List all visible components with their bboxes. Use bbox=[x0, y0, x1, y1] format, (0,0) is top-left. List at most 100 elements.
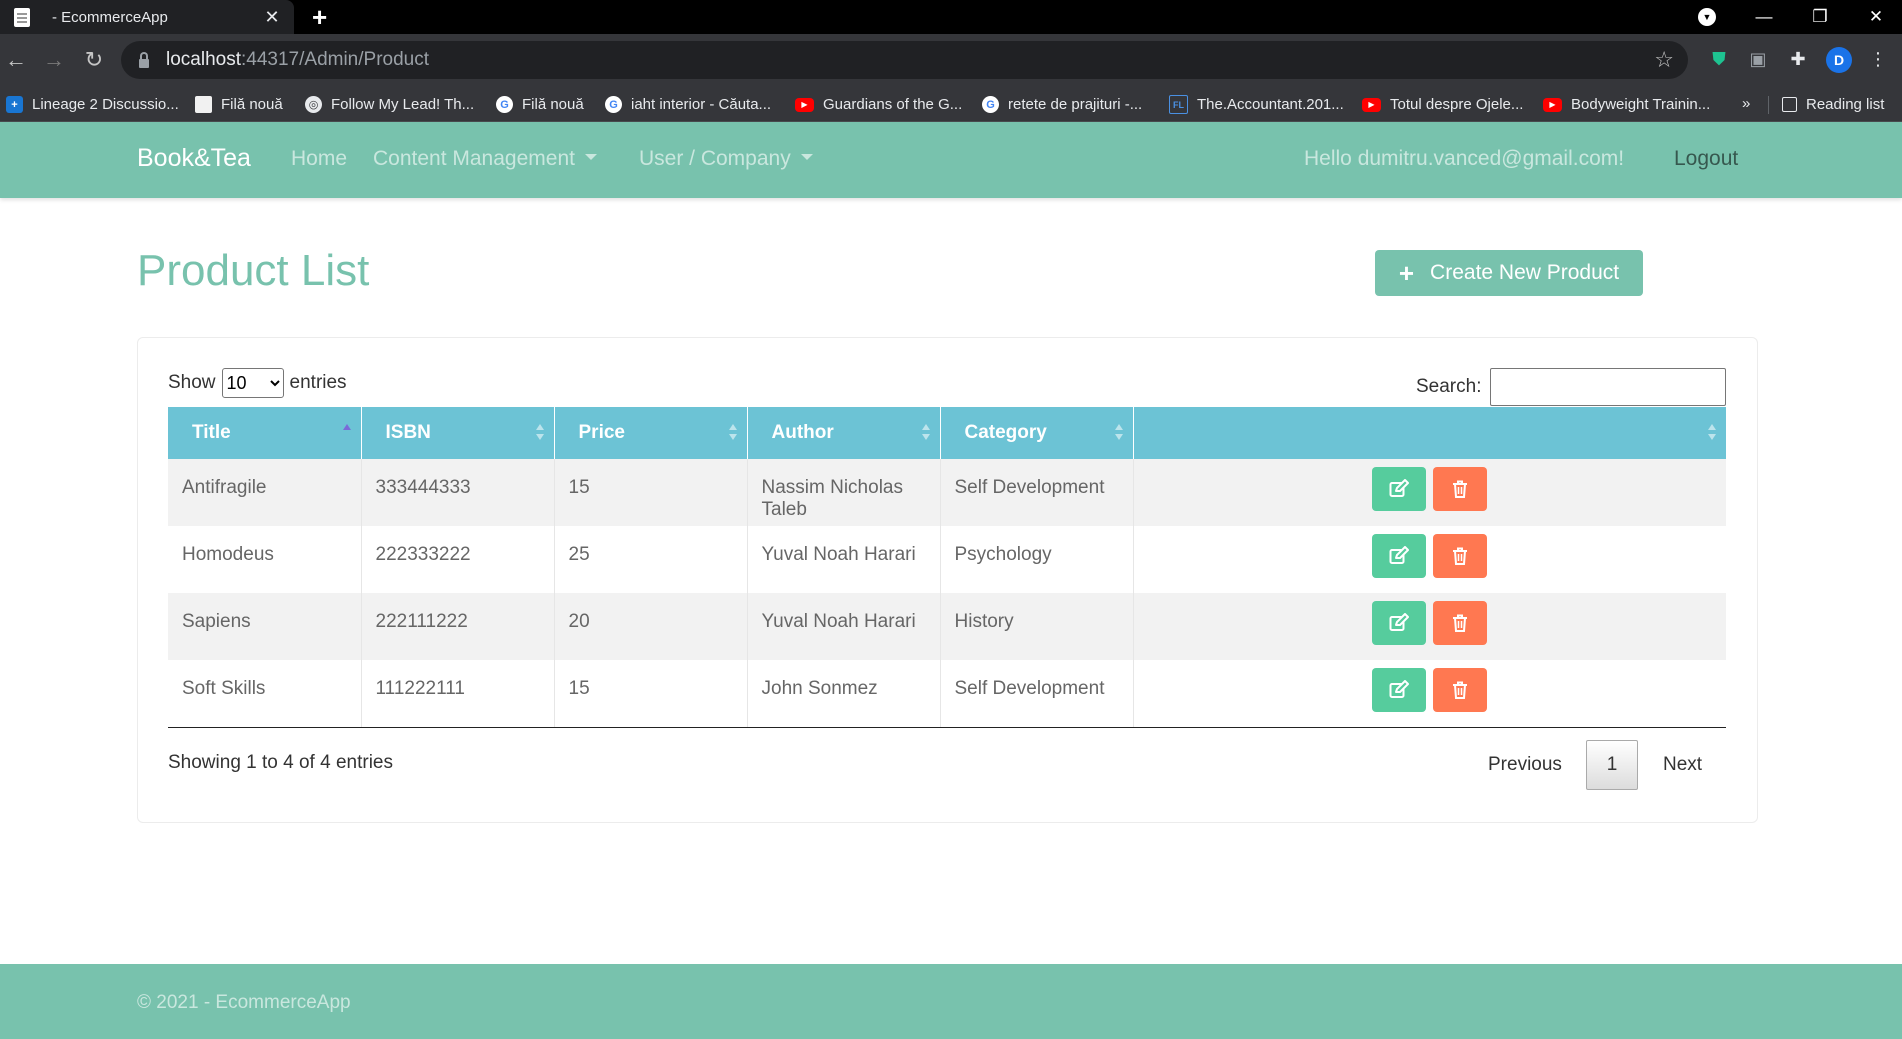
cell-actions bbox=[1133, 593, 1726, 660]
caret-down-icon bbox=[800, 154, 813, 161]
search-control: Search: bbox=[1416, 368, 1727, 406]
bookmark-item[interactable]: G Filă nouă bbox=[496, 88, 584, 121]
cell-category: Psychology bbox=[940, 526, 1134, 593]
edit-icon bbox=[1389, 613, 1410, 631]
logout-button[interactable]: Logout bbox=[1674, 147, 1738, 171]
brand-link[interactable]: Book&Tea bbox=[137, 144, 251, 173]
column-header-title[interactable]: Title bbox=[168, 407, 362, 459]
pagination-previous[interactable]: Previous bbox=[1488, 740, 1562, 790]
extension-icon[interactable]: ▣ bbox=[1746, 47, 1770, 71]
fl-icon: FL bbox=[1169, 95, 1188, 114]
youtube-icon: ▶ bbox=[795, 97, 814, 112]
delete-button[interactable] bbox=[1433, 601, 1488, 645]
nav-content-management-dropdown[interactable]: Content Management bbox=[373, 147, 597, 171]
bookmark-item[interactable]: ◎ Follow My Lead! Th... bbox=[305, 88, 474, 121]
plus-shield-icon: + bbox=[6, 96, 23, 113]
close-window-icon[interactable]: ✕ bbox=[1856, 0, 1896, 34]
bookmark-item[interactable]: + Lineage 2 Discussio... bbox=[6, 88, 179, 121]
forward-icon[interactable]: → bbox=[39, 44, 69, 76]
browser-toolbar: ← → ↻ localhost:44317/Admin/Product ☆ ⛊ … bbox=[0, 34, 1902, 88]
sort-icon bbox=[728, 424, 737, 442]
cell-actions bbox=[1133, 459, 1726, 526]
site-navbar: Book&Tea Home Content Management User / … bbox=[0, 122, 1902, 198]
cell-title: Antifragile bbox=[168, 459, 362, 526]
column-header-category[interactable]: Category bbox=[940, 407, 1134, 459]
minimize-icon[interactable]: — bbox=[1744, 0, 1784, 34]
nav-home[interactable]: Home bbox=[291, 147, 347, 171]
cell-isbn: 333444333 bbox=[361, 459, 555, 526]
url-text: localhost:44317/Admin/Product bbox=[166, 49, 430, 70]
nav-hello-user[interactable]: Hello dumitru.vanced@gmail.com! bbox=[1304, 147, 1624, 171]
entries-label: entries bbox=[289, 372, 347, 393]
bookmark-item[interactable]: Gretete de prajituri -... bbox=[982, 88, 1142, 121]
shield-extension-icon[interactable]: ⛊ bbox=[1707, 47, 1731, 71]
cell-actions bbox=[1133, 660, 1726, 728]
cell-price: 15 bbox=[554, 660, 748, 728]
bookmark-item[interactable]: ▶ Bodyweight Trainin... bbox=[1543, 88, 1710, 121]
cell-price: 15 bbox=[554, 459, 748, 526]
edit-button[interactable] bbox=[1372, 668, 1427, 712]
puzzle-icon[interactable]: ✚ bbox=[1786, 47, 1810, 71]
bookmark-item[interactable]: ▶ Totul despre Ojele... bbox=[1362, 88, 1523, 121]
page-title: Product List bbox=[137, 246, 370, 295]
trash-icon bbox=[1453, 681, 1468, 699]
back-icon[interactable]: ← bbox=[1, 44, 31, 76]
bookmark-star-icon[interactable]: ☆ bbox=[1654, 47, 1674, 73]
page-icon bbox=[195, 96, 212, 113]
bookmarks-divider bbox=[1768, 96, 1769, 114]
tab-search-icon[interactable]: ▼ bbox=[1698, 8, 1716, 26]
youtube-icon: ▶ bbox=[1543, 97, 1562, 112]
cell-actions bbox=[1133, 526, 1726, 593]
column-header-isbn[interactable]: ISBN bbox=[361, 407, 555, 459]
menu-dots-icon[interactable]: ⋮ bbox=[1866, 47, 1890, 71]
delete-button[interactable] bbox=[1433, 534, 1488, 578]
cell-author: Yuval Noah Harari bbox=[747, 526, 941, 593]
trash-icon bbox=[1453, 547, 1468, 565]
trash-icon bbox=[1453, 614, 1468, 632]
bookmark-item[interactable]: Filă nouă bbox=[195, 88, 283, 121]
column-header-actions[interactable] bbox=[1133, 407, 1726, 459]
bookmarks-overflow-button[interactable]: » bbox=[1742, 95, 1750, 112]
table-header-row: Title ISBN Price Author Category bbox=[168, 407, 1726, 459]
column-header-author[interactable]: Author bbox=[747, 407, 941, 459]
reading-list-button[interactable]: Reading list bbox=[1782, 88, 1884, 121]
sort-icon bbox=[1708, 424, 1716, 442]
edit-button[interactable] bbox=[1372, 601, 1427, 645]
edit-icon bbox=[1389, 546, 1410, 564]
pagination-next[interactable]: Next bbox=[1663, 740, 1702, 790]
restore-icon[interactable]: ❐ bbox=[1800, 0, 1840, 34]
nav-user-company-dropdown[interactable]: User / Company bbox=[639, 147, 813, 171]
edit-button[interactable] bbox=[1372, 467, 1427, 511]
caret-down-icon bbox=[584, 154, 597, 161]
close-tab-icon[interactable]: ✕ bbox=[262, 7, 282, 28]
edit-button[interactable] bbox=[1372, 534, 1427, 578]
pagination-page-1[interactable]: 1 bbox=[1586, 740, 1638, 790]
cell-title: Homodeus bbox=[168, 526, 362, 593]
google-icon: G bbox=[605, 96, 622, 113]
delete-button[interactable] bbox=[1433, 668, 1488, 712]
search-input[interactable] bbox=[1490, 368, 1727, 406]
create-new-product-button[interactable]: + Create New Product bbox=[1375, 250, 1643, 296]
bookmark-item[interactable]: Giaht interior - Căuta... bbox=[605, 88, 771, 121]
cell-price: 20 bbox=[554, 593, 748, 660]
browser-tab[interactable]: - EcommerceApp ✕ bbox=[0, 0, 294, 34]
table-row: Antifragile 333444333 15 Nassim Nicholas… bbox=[168, 459, 1726, 526]
cell-title: Soft Skills bbox=[168, 660, 362, 728]
youtube-icon: ▶ bbox=[1362, 97, 1381, 112]
footer-copyright: © 2021 - EcommerceApp bbox=[137, 992, 351, 1013]
reading-list-icon bbox=[1782, 97, 1797, 112]
plus-icon: + bbox=[1398, 258, 1415, 288]
column-header-price[interactable]: Price bbox=[554, 407, 748, 459]
cell-title: Sapiens bbox=[168, 593, 362, 660]
profile-avatar[interactable]: D bbox=[1826, 47, 1852, 73]
address-bar[interactable]: localhost:44317/Admin/Product ☆ bbox=[121, 41, 1688, 79]
cell-isbn: 222333222 bbox=[361, 526, 555, 593]
new-tab-button[interactable]: + bbox=[312, 2, 327, 33]
bookmark-item[interactable]: ▶ Guardians of the G... bbox=[795, 88, 962, 121]
bookmark-item[interactable]: FL The.Accountant.201... bbox=[1169, 88, 1344, 121]
reload-icon[interactable]: ↻ bbox=[79, 44, 109, 76]
page-length-select[interactable]: 10 bbox=[221, 368, 284, 398]
delete-button[interactable] bbox=[1433, 467, 1488, 511]
cell-author: Nassim Nicholas Taleb bbox=[747, 459, 941, 526]
show-label: Show bbox=[168, 372, 216, 393]
